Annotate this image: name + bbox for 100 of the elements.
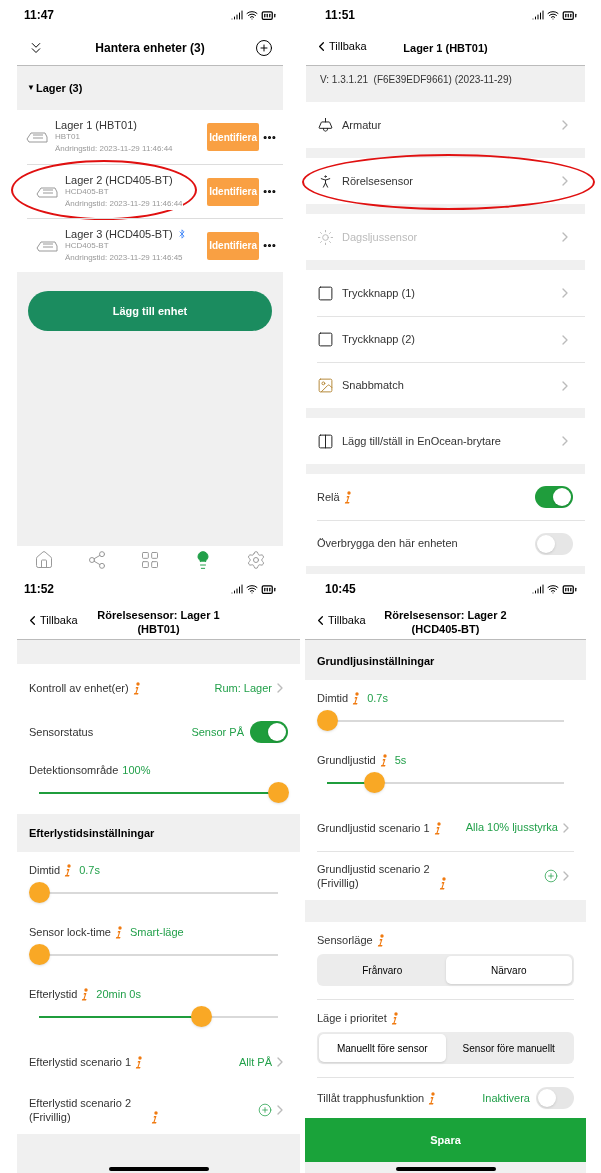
setting-label: Dimtid — [317, 691, 349, 705]
setting-label: Sensorläge — [317, 933, 373, 947]
signal-icon — [231, 9, 243, 21]
version-text: V: 1.3.1.21 (F6E39EDF9661) (2023-11-29) — [320, 72, 512, 87]
info-icon[interactable] — [376, 934, 384, 947]
info-icon[interactable] — [151, 1111, 158, 1124]
setting-label: Efterlystid scenario 1 — [29, 1055, 132, 1069]
menu-item[interactable]: Tryckknapp (1) — [342, 284, 557, 302]
setting-label: Kontroll av enhet(er) — [29, 681, 129, 695]
status-time: 10:45 — [325, 581, 356, 598]
device-icon — [25, 129, 49, 145]
change-time: Ändringstid: 2023-11-29 11:46:45 — [65, 251, 183, 264]
info-icon[interactable] — [352, 692, 360, 705]
slider-thumb[interactable] — [28, 882, 50, 903]
back-button[interactable]: Tillbaka — [25, 612, 78, 629]
house-icon[interactable] — [33, 550, 54, 570]
toggle-state-text: Sensor PÅ — [191, 724, 244, 740]
square-icon — [317, 331, 334, 348]
screen-title: Rörelsesensor: Lager 1 (HBT01) — [96, 607, 221, 636]
device-row[interactable]: Lager 3 (HCD405-BT) HCD405-BT Ändringstid: 2023-11-29 11:46:45 Identifiera — [27, 218, 283, 272]
slider-thumb[interactable] — [191, 1006, 212, 1027]
change-time: Ändringstid: 2023-11-29 11:46:44 — [65, 197, 183, 210]
slider-thumb[interactable] — [316, 710, 338, 731]
lamp-icon — [317, 116, 334, 134]
info-icon[interactable] — [64, 864, 72, 877]
network-icon[interactable] — [86, 550, 107, 570]
wifi-icon — [547, 9, 559, 21]
setting-label: Sensor lock-time — [29, 925, 111, 939]
status-time: 11:47 — [24, 7, 55, 24]
toggle-switch[interactable] — [535, 532, 573, 555]
info-icon[interactable] — [81, 988, 89, 1001]
slider-value: 100% — [122, 762, 151, 778]
add-icon[interactable] — [255, 38, 273, 57]
setting-label: Grundljustid scenario 2 (Frivillig) — [317, 862, 431, 890]
segment-option[interactable]: Närvaro — [445, 956, 572, 984]
toggle-switch[interactable] — [250, 721, 288, 743]
toggle-switch[interactable] — [535, 486, 573, 508]
menu-item[interactable]: Tryckknapp (2) — [342, 331, 557, 348]
info-icon[interactable] — [114, 926, 122, 939]
setting-label: Efterlystid — [29, 987, 78, 1001]
info-icon[interactable] — [132, 682, 140, 695]
signal-icon — [231, 583, 243, 595]
slider-value: 0.7s — [79, 862, 100, 878]
device-model: HCD405-BT — [65, 186, 110, 198]
slider-value: 20min 0s — [96, 986, 141, 1002]
toggle-switch[interactable] — [536, 1087, 574, 1109]
device-name: Lager 3 (HCD405-BT) — [65, 227, 173, 240]
slider-thumb[interactable] — [267, 782, 289, 803]
info-icon[interactable] — [343, 490, 351, 504]
screen-title: Hantera enheter (3) — [95, 39, 205, 57]
setting-value[interactable]: Rum: Lager — [214, 679, 272, 697]
sun-icon — [317, 228, 334, 246]
setting-label: Läge i prioritet — [317, 1011, 387, 1025]
info-icon[interactable] — [379, 754, 387, 767]
section-title: Grundljusinställningar — [317, 653, 435, 669]
setting-label: Överbrygga den här enheten — [317, 536, 458, 552]
setting-label: Dimtid — [29, 863, 61, 877]
info-icon[interactable] — [135, 1056, 143, 1069]
signal-icon — [532, 9, 544, 21]
back-button[interactable]: Tillbaka — [313, 612, 366, 629]
wifi-icon — [246, 9, 258, 21]
group-title[interactable]: Lager (3) — [35, 79, 83, 97]
info-icon[interactable] — [390, 1012, 398, 1025]
info-icon[interactable] — [433, 821, 441, 835]
signal-icon — [532, 583, 544, 595]
info-icon[interactable] — [428, 1092, 436, 1105]
screen-title: Lager 1 (HBT01) — [403, 40, 488, 55]
menu-item[interactable]: Snabbmatch — [342, 377, 557, 394]
slider-thumb[interactable] — [28, 944, 50, 965]
slider-thumb[interactable] — [363, 772, 385, 793]
setting-value[interactable]: Alla 10% ljusstyrka — [465, 819, 558, 836]
split-square-icon — [317, 432, 334, 450]
segment-option[interactable]: Frånvaro — [319, 956, 446, 984]
picture-icon — [317, 377, 334, 394]
section-title: Efterlystidsinställningar — [29, 825, 155, 841]
setting-label: Tillåt trapphusfunktion — [317, 1091, 425, 1105]
setting-label: Sensorstatus — [29, 725, 94, 739]
segment-option[interactable]: Sensor före manuellt — [445, 1034, 572, 1062]
bluetooth-icon — [176, 228, 187, 239]
info-icon[interactable] — [439, 877, 446, 890]
device-row[interactable]: Lager 2 (HCD405-BT) HCD405-BT Ändringstid: 2023-11-29 11:46:44 Identifiera — [27, 164, 283, 218]
wifi-icon — [547, 583, 559, 595]
square-icon — [317, 284, 334, 302]
screen-title: Rörelsesensor: Lager 2 (HCD405-BT) — [383, 607, 508, 636]
wifi-icon — [246, 583, 258, 595]
settings-icon[interactable] — [246, 550, 267, 570]
setting-value[interactable]: Allt PÅ — [239, 1053, 272, 1071]
setting-label: Grundljustid — [317, 753, 376, 767]
device-row[interactable]: Lager 1 (HBT01) HBT01 Ändringstid: 2023-11-29 11:46:44 Identifiera — [17, 110, 283, 164]
segment-option[interactable]: Manuellt före sensor — [319, 1034, 446, 1062]
grid-icon[interactable] — [139, 550, 160, 570]
slider-value: 0.7s — [367, 690, 388, 706]
device-name: Lager 1 (HBT01) — [55, 119, 137, 131]
slider-value: Smart-läge — [129, 924, 184, 940]
setting-label: Detektionsområde — [29, 763, 119, 777]
back-button[interactable]: Tillbaka — [314, 38, 367, 55]
add-device-button[interactable]: Lägg till enhet — [28, 291, 272, 331]
toggle-state-text: Inaktivera — [482, 1090, 530, 1106]
setting-label: Grundljustid scenario 1 — [317, 820, 430, 835]
expand-caret[interactable]: ▼ — [27, 82, 35, 94]
